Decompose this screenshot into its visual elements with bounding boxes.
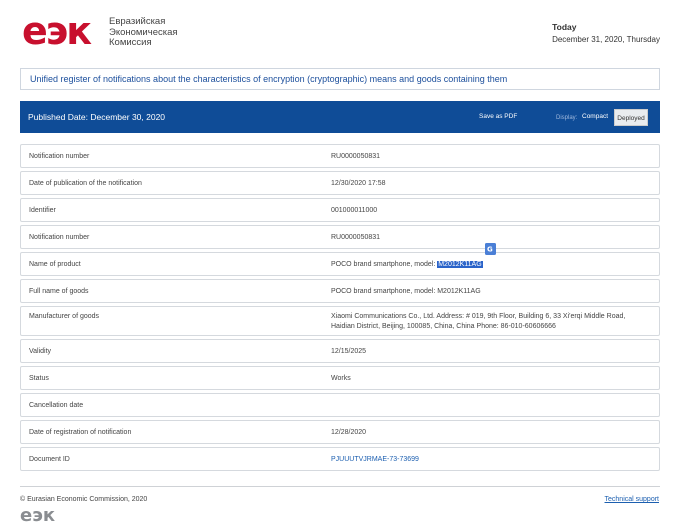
- row-value: POCO brand smartphone, model: M2012K11AG: [331, 288, 481, 295]
- table-row: Manufacturer of goods Xiaomi Communicati…: [20, 306, 660, 336]
- row-label: Date of registration of notification: [29, 429, 132, 436]
- row-label: Full name of goods: [29, 288, 89, 295]
- table-row: Date of publication of the notification …: [20, 171, 660, 195]
- table-row: Validity 12/15/2025: [20, 339, 660, 363]
- register-title[interactable]: Unified register of notifications about …: [20, 68, 660, 90]
- footer-eec-logo: еэк: [20, 505, 56, 526]
- row-value: 12/28/2020: [331, 429, 367, 436]
- eec-logo[interactable]: еэк: [22, 12, 92, 50]
- row-label: Identifier: [29, 207, 56, 214]
- row-label: Cancellation date: [29, 402, 84, 409]
- table-row: Date of registration of notification 12/…: [20, 420, 660, 444]
- row-label: Status: [29, 375, 49, 382]
- row-label: Notification number: [29, 153, 90, 160]
- today-block: Today December 31, 2020, Thursday: [552, 22, 660, 44]
- table-row: Name of product POCO brand smartphone, m…: [20, 252, 660, 276]
- row-value: POCO brand smartphone, model: M2012K11AG: [331, 253, 651, 277]
- display-label: Display:: [556, 115, 578, 121]
- svg-text:G: G: [487, 246, 493, 254]
- table-row: Document ID PJUUUTVJRMAE-73-73699: [20, 447, 660, 471]
- row-value: 001000011000: [331, 207, 378, 214]
- published-date: Published Date: December 30, 2020: [28, 112, 166, 122]
- row-value: Xiaomi Communications Co., Ltd. Address:…: [331, 312, 651, 332]
- table-row: Status Works: [20, 366, 660, 390]
- row-label: Notification number: [29, 234, 90, 241]
- today-date: December 31, 2020, Thursday: [552, 35, 660, 44]
- eec-logo-text: Евразийская Экономическая Комиссия: [109, 16, 178, 49]
- table-row: Identifier 001000011000: [20, 198, 660, 222]
- table-row: Notification number RU0000050831: [20, 144, 660, 168]
- row-value: 12/30/2020 17:58: [331, 180, 386, 187]
- selected-model-text[interactable]: M2012K11AG: [437, 261, 483, 268]
- logo-line-3: Комиссия: [109, 37, 152, 48]
- document-id-link[interactable]: PJUUUTVJRMAE-73-73699: [331, 448, 651, 472]
- technical-support-link[interactable]: Technical support: [605, 496, 659, 503]
- table-row: Cancellation date: [20, 393, 660, 417]
- manufacturer-line-1: Xiaomi Communications Co., Ltd. Address:…: [331, 313, 626, 320]
- row-value: RU0000050831: [331, 153, 381, 160]
- row-label: Manufacturer of goods: [29, 313, 100, 320]
- page-header: еэк Евразийская Экономическая Комиссия T…: [0, 0, 685, 62]
- save-as-pdf-link[interactable]: Save as PDF: [479, 101, 517, 133]
- manufacturer-line-2: Haidian District, Beijing, 100085, China…: [331, 323, 556, 330]
- row-label: Name of product: [29, 261, 81, 268]
- today-label: Today: [552, 22, 577, 32]
- published-bar: Published Date: December 30, 2020 Save a…: [20, 101, 660, 133]
- notification-details: Notification number RU0000050831 Date of…: [20, 144, 660, 474]
- table-row: Full name of goods POCO brand smartphone…: [20, 279, 660, 303]
- translate-icon[interactable]: G: [485, 243, 496, 255]
- logo-line-1: Евразийская: [109, 16, 166, 27]
- row-label: Document ID: [29, 456, 70, 463]
- deployed-view-button[interactable]: Deployed: [614, 109, 648, 126]
- table-row: Notification number RU0000050831: [20, 225, 660, 249]
- row-label: Date of publication of the notification: [29, 180, 142, 187]
- product-name-prefix: POCO brand smartphone, model:: [331, 261, 438, 268]
- compact-view-button[interactable]: Compact: [582, 101, 608, 133]
- row-label: Validity: [29, 348, 52, 355]
- row-value: 12/15/2025: [331, 348, 367, 355]
- footer-divider: [20, 486, 660, 487]
- row-value: Works: [331, 375, 351, 382]
- copyright-text: © Eurasian Economic Commission, 2020: [20, 496, 148, 503]
